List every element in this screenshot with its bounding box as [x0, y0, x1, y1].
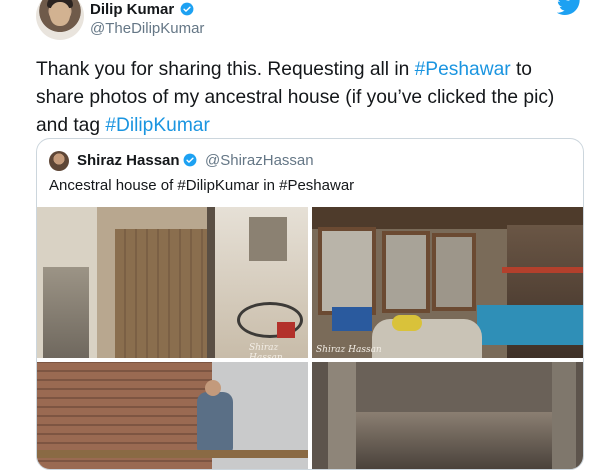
- photo-mirror-1: [318, 227, 376, 315]
- quoted-author-avatar[interactable]: [49, 151, 69, 171]
- author-name[interactable]: Dilip Kumar: [90, 1, 174, 18]
- hashtag-link[interactable]: #DilipKumar: [105, 115, 210, 136]
- photo-stairs: [43, 267, 89, 358]
- photo-worker: [197, 392, 233, 452]
- tweet-text: Thank you for sharing this. Requesting a…: [36, 56, 581, 140]
- photo-brick-wall-workers[interactable]: [37, 362, 308, 469]
- photo-pillar-right: [552, 362, 576, 469]
- photo-rubble: [356, 412, 552, 469]
- photo-mirror-3: [432, 233, 476, 311]
- photo-window: [249, 217, 287, 261]
- author-avatar[interactable]: [36, 0, 84, 40]
- avatar-face: [50, 2, 70, 26]
- photo-interior-room[interactable]: Shiraz Hassan: [312, 207, 583, 358]
- photo-doorway-alley[interactable]: Shiraz Hassan: [37, 207, 308, 358]
- quoted-tweet[interactable]: Shiraz Hassan @ShirazHassan Ancestral ho…: [36, 138, 584, 470]
- quoted-author-handle[interactable]: @ShirazHassan: [205, 152, 314, 169]
- photo-watermark: Shiraz Hassan: [249, 343, 283, 358]
- photo-grid: Shiraz Hassan Shiraz Hassan: [37, 207, 583, 469]
- photo-plank: [37, 450, 308, 458]
- photo-worker-head: [205, 380, 221, 396]
- photo-pillar-left: [328, 362, 356, 469]
- twitter-bird-icon[interactable]: [557, 0, 583, 16]
- photo-yellow-bag: [392, 315, 422, 331]
- author-handle[interactable]: @TheDilipKumar: [90, 20, 204, 37]
- photo-watermark: Shiraz Hassan: [316, 345, 382, 355]
- photo-red-item: [277, 322, 295, 338]
- photo-blue-bag: [332, 307, 372, 331]
- verified-badge-icon: [180, 2, 194, 16]
- photo-pipe: [207, 207, 215, 358]
- verified-badge-icon: [183, 153, 197, 167]
- hashtag-link[interactable]: #Peshawar: [415, 59, 511, 80]
- tweet-text-part: Thank you for sharing this. Requesting a…: [36, 59, 415, 80]
- photo-rubble-interior[interactable]: [312, 362, 583, 469]
- photo-blue-chest: [477, 305, 583, 345]
- tweet-card: Dilip Kumar @TheDilipKumar Thank you for…: [0, 0, 600, 470]
- photo-mirror-2: [382, 231, 430, 313]
- photo-red-railing: [502, 267, 583, 273]
- photo-debris: [372, 319, 482, 358]
- quoted-author-name[interactable]: Shiraz Hassan: [77, 152, 180, 169]
- photo-wooden-door: [115, 229, 211, 358]
- quoted-tweet-text: Ancestral house of #DilipKumar in #Pesha…: [49, 177, 355, 194]
